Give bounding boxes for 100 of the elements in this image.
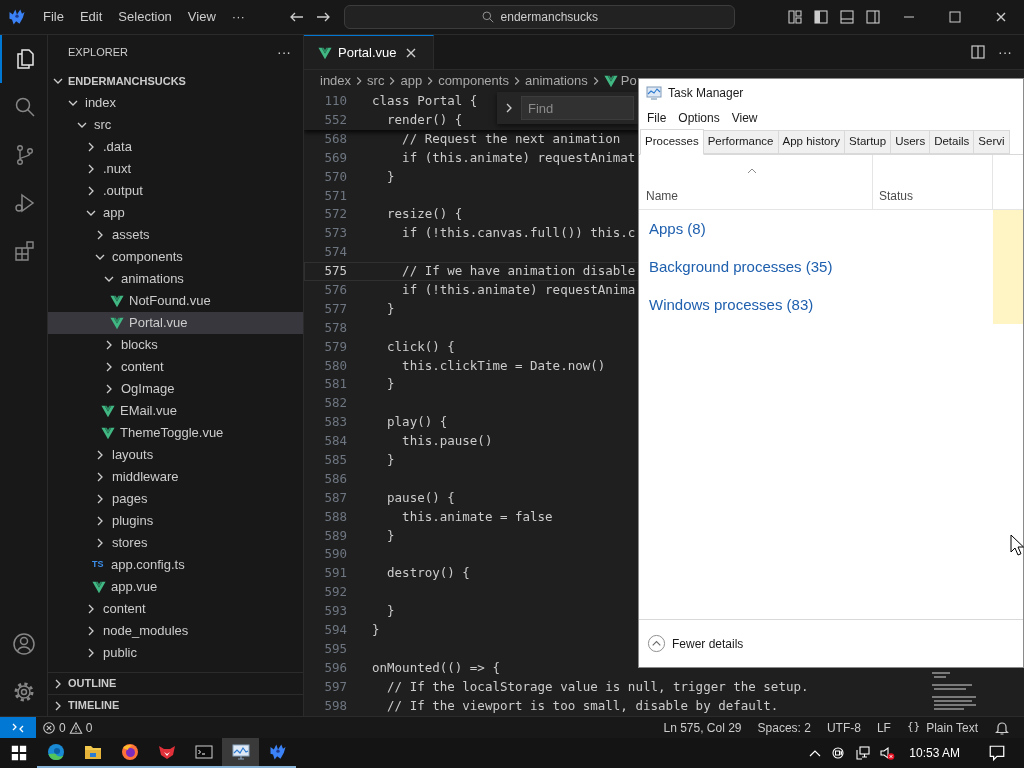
menu-item[interactable]: ···	[223, 5, 253, 29]
line-number: 578	[323, 318, 347, 337]
tree-item[interactable]: public	[48, 642, 303, 664]
tree-item[interactable]: pages	[48, 488, 303, 510]
line-number: 572	[323, 205, 347, 224]
tab[interactable]: Startup	[845, 130, 892, 154]
line-number: 574	[323, 243, 347, 262]
tree-item[interactable]: index	[48, 92, 303, 114]
command-center[interactable]: endermanchsucks	[343, 5, 735, 29]
tree-item[interactable]: src	[48, 114, 303, 136]
tab[interactable]: App history	[778, 130, 846, 154]
problems-button[interactable]: 0 0	[42, 718, 93, 737]
tree-item[interactable]: node_modules	[48, 620, 303, 642]
column-header[interactable]: Status	[873, 155, 993, 209]
find-input[interactable]: Find	[521, 96, 634, 120]
tree-item[interactable]: EMail.vue	[48, 400, 303, 422]
braces-icon: {}	[906, 719, 921, 736]
clock[interactable]: 10:53 AM	[909, 744, 960, 762]
tree-item[interactable]: OgImage	[48, 378, 303, 400]
menu-item[interactable]: File	[641, 109, 673, 127]
breadcrumb-item[interactable]: animations	[524, 71, 588, 91]
tree-item[interactable]: assets	[48, 224, 303, 246]
code-line: }	[386, 167, 395, 186]
tree-item[interactable]: animations	[48, 268, 303, 290]
menu-item[interactable]: Options	[672, 109, 726, 127]
tree-item[interactable]: layouts	[48, 444, 303, 466]
tab[interactable]: Users	[891, 130, 931, 154]
group-header[interactable]: Background processes (35)	[639, 248, 993, 286]
tree-item[interactable]: content	[48, 598, 303, 620]
tree-item[interactable]: NotFound.vue	[48, 290, 303, 312]
tree-item[interactable]: app	[48, 202, 303, 224]
line-number: 573	[323, 224, 347, 243]
line-number: 596	[323, 658, 347, 677]
code-line: pause() {	[386, 488, 455, 507]
status-item[interactable]: Spaces: 2	[757, 718, 811, 737]
column-header[interactable]: Name	[639, 155, 873, 209]
group-header[interactable]: Apps (8)	[639, 210, 993, 248]
tab-label: Portal.vue	[338, 43, 397, 62]
tab[interactable]: Performance	[703, 130, 779, 154]
code-line: destroy() {	[386, 564, 470, 583]
editor-tab[interactable]: Portal.vue	[304, 35, 434, 69]
tree-item[interactable]: plugins	[48, 510, 303, 532]
tree-item[interactable]: components	[48, 246, 303, 268]
tree-item[interactable]: app.vue	[48, 576, 303, 598]
tab[interactable]: Processes	[640, 129, 704, 155]
line-number: 569	[323, 148, 347, 167]
command-center-text: endermanchsucks	[500, 9, 598, 26]
status-item[interactable]: LF	[876, 718, 891, 737]
tree-item[interactable]: .data	[48, 136, 303, 158]
code-line: class Portal {	[372, 92, 478, 111]
more-actions-button[interactable]: ···	[998, 41, 1012, 63]
column-label: Status	[879, 188, 914, 205]
line-number: 598	[323, 696, 347, 715]
section-header[interactable]: OUTLINE	[48, 672, 303, 694]
code-line: click() {	[386, 337, 455, 356]
code-line: // If the viewport is too small, disable by default.	[386, 696, 779, 715]
code-line: }	[386, 375, 395, 394]
column-label: Name	[646, 188, 678, 205]
line-number: 576	[323, 281, 347, 299]
fewer-details-button[interactable]: Fewer details	[647, 634, 744, 653]
breadcrumb-item[interactable]: Po	[603, 71, 637, 91]
breadcrumb-item[interactable]: app	[400, 71, 423, 91]
menu-item[interactable]: Edit	[71, 5, 111, 29]
line-number: 581	[323, 375, 347, 394]
menu-item[interactable]: View	[725, 109, 764, 127]
line-number: 110	[323, 92, 347, 111]
menu-item[interactable]: Selection	[110, 5, 180, 29]
tree-item[interactable]: ThemeToggle.vue	[48, 422, 303, 444]
line-number: 584	[323, 432, 347, 451]
folder-header[interactable]: ENDERMANCHSUCKS	[48, 70, 303, 92]
breadcrumb-item[interactable]: index	[320, 71, 352, 91]
tree-item[interactable]: .nuxt	[48, 158, 303, 180]
language-mode[interactable]: {} Plain Text	[906, 718, 978, 737]
group-header[interactable]: Windows processes (83)	[639, 286, 993, 324]
tree-item[interactable]: TS app.config.ts	[48, 554, 303, 576]
tab[interactable]: Details	[930, 130, 975, 154]
tree-item[interactable]: .output	[48, 180, 303, 202]
code-line: // If the localStorage value is null, trigger the setup.	[386, 677, 809, 696]
breadcrumb-item[interactable]: components	[438, 71, 509, 91]
breadcrumb-item[interactable]: src	[367, 71, 385, 91]
typescript-file-icon: TS	[92, 558, 106, 572]
tree-item[interactable]: middleware	[48, 466, 303, 488]
tree-item[interactable]: content	[48, 356, 303, 378]
tree-item[interactable]: stores	[48, 532, 303, 554]
status-item[interactable]: Ln 575, Col 29	[663, 718, 742, 737]
tree-item[interactable]: Portal.vue	[48, 312, 303, 334]
code-line: this.clickTime = Date.now()	[401, 356, 606, 375]
line-number: 594	[323, 621, 347, 639]
line-number: 586	[323, 469, 347, 488]
tab[interactable]: Servi	[974, 130, 1010, 154]
menu-item[interactable]: File	[35, 5, 72, 29]
line-number: 575	[323, 262, 347, 281]
code-line: if (!this.canvas.full()) this.c	[401, 224, 636, 243]
status-item[interactable]: UTF-8	[826, 718, 861, 737]
tree-item[interactable]: blocks	[48, 334, 303, 356]
more-actions-button[interactable]: ···	[277, 42, 291, 63]
code-line: // Request the next animation	[401, 129, 621, 148]
line-number: 579	[323, 337, 347, 356]
code-line: onMounted(() => {	[372, 658, 500, 677]
menu-item[interactable]: View	[179, 5, 224, 29]
